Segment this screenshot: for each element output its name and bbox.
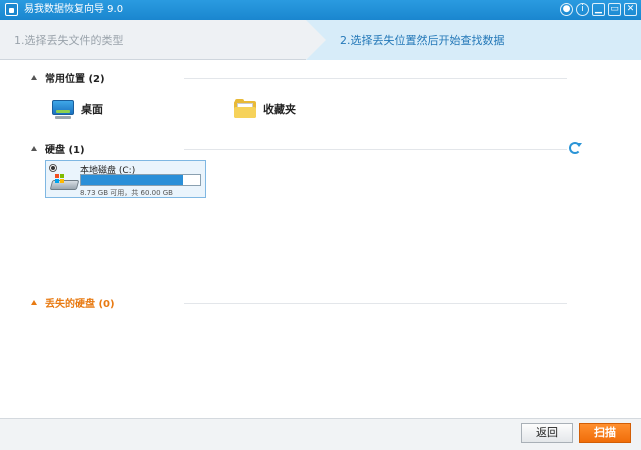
location-favorites[interactable]: 收藏夹 [233, 96, 296, 122]
minimize-icon[interactable]: ▁ [592, 3, 605, 16]
location-desktop-label: 桌面 [81, 103, 103, 116]
common-locations-header[interactable]: 常用位置 (2) [31, 70, 105, 85]
collapse-triangle-icon[interactable] [31, 299, 37, 305]
divider [184, 149, 567, 150]
title-bar: 易我数据恢复向导 9.0 ● i ▁ ▭ ✕ [0, 0, 641, 20]
window-controls: ● i ▁ ▭ ✕ [560, 3, 637, 16]
disk-usage-fill [81, 175, 183, 185]
divider [184, 78, 567, 79]
divider [184, 303, 567, 304]
hard-drive-icon [49, 174, 80, 192]
step-1[interactable]: 1.选择丢失文件的类型 [0, 20, 320, 60]
window-title: 易我数据恢复向导 9.0 [24, 4, 124, 15]
close-icon[interactable]: ✕ [624, 3, 637, 16]
lost-disks-label: 丢失的硬盘 (0) [45, 298, 115, 310]
hard-disks-label: 硬盘 (1) [45, 144, 85, 156]
wizard-steps: 1.选择丢失文件的类型 2.选择丢失位置然后开始查找数据 [0, 20, 641, 60]
step-1-label: 1.选择丢失文件的类型 [14, 34, 124, 47]
step-2-label: 2.选择丢失位置然后开始查找数据 [340, 34, 505, 47]
folder-icon [233, 98, 257, 120]
info-icon[interactable]: i [576, 3, 589, 16]
hard-disks-header[interactable]: 硬盘 (1) [31, 141, 85, 156]
chat-icon[interactable]: ● [560, 3, 573, 16]
scan-button[interactable]: 扫描 [579, 423, 631, 443]
back-button[interactable]: 返回 [521, 423, 573, 443]
lost-disks-header[interactable]: 丢失的硬盘 (0) [31, 295, 115, 310]
disk-select-radio[interactable] [49, 164, 57, 172]
collapse-triangle-icon[interactable] [31, 145, 37, 151]
location-desktop[interactable]: 桌面 [51, 96, 103, 122]
restore-icon[interactable]: ▭ [608, 3, 621, 16]
desktop-icon [51, 98, 75, 120]
step-arrow [306, 20, 326, 60]
collapse-triangle-icon[interactable] [31, 74, 37, 80]
location-favorites-label: 收藏夹 [263, 103, 296, 116]
app-logo-icon [5, 3, 18, 16]
disk-usage-bar [80, 174, 201, 186]
step-2: 2.选择丢失位置然后开始查找数据 [306, 20, 641, 60]
disk-capacity-info: 8.73 GB 可用，共 60.00 GB [80, 189, 173, 197]
common-locations-label: 常用位置 (2) [45, 73, 105, 85]
disk-c[interactable]: 本地磁盘 (C:) 8.73 GB 可用，共 60.00 GB [45, 160, 206, 198]
refresh-icon[interactable] [569, 142, 582, 154]
